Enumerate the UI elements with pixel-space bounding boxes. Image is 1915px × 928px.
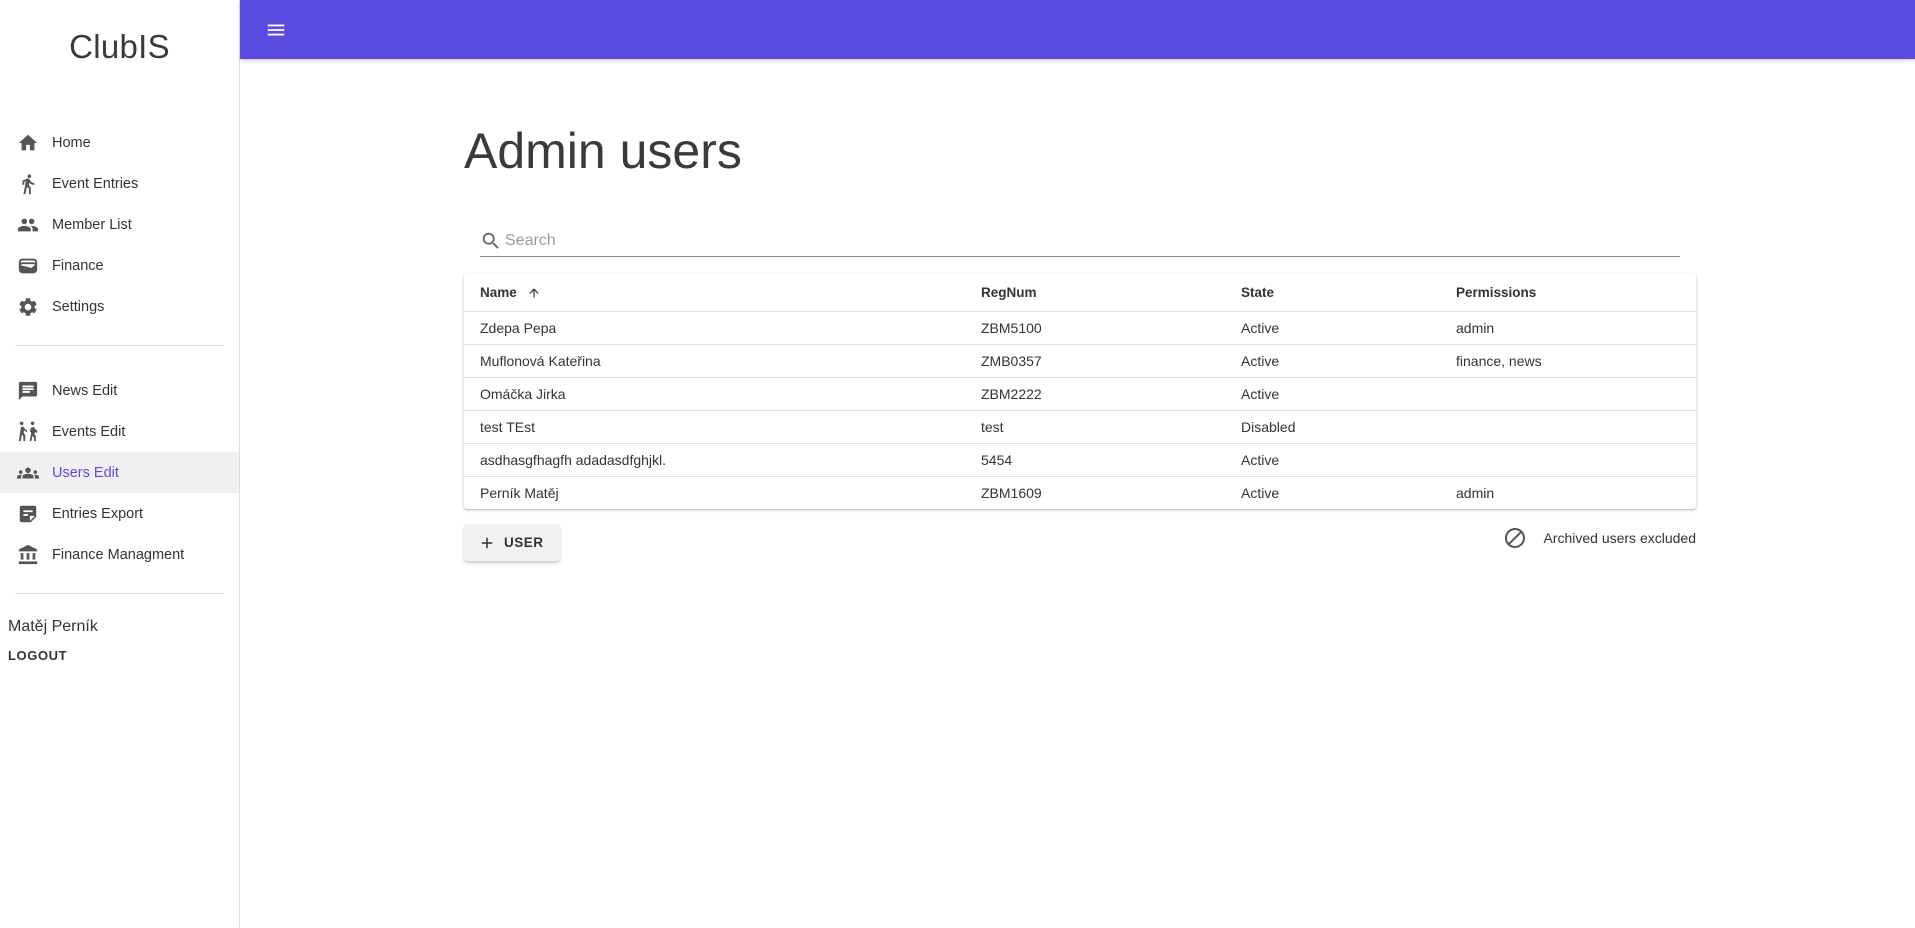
cell-state: Active [1241, 484, 1280, 501]
cell-permissions [1440, 410, 1696, 444]
sidebar-item-label: Home [52, 134, 91, 151]
cell-state: Active [1225, 311, 1440, 345]
wallet-icon [16, 254, 40, 278]
sidebar-item-label: Settings [52, 298, 105, 315]
arrow-up-icon [527, 286, 541, 300]
cell-state: Disabled [1225, 410, 1440, 444]
sidebar-item-users-edit[interactable]: Users Edit [0, 452, 239, 493]
cell-name: Muflonová Kateřina [464, 344, 965, 378]
add-user-button[interactable]: USER [464, 524, 560, 561]
cell-permissions: admin [1440, 311, 1696, 345]
message-icon [16, 379, 40, 403]
people-icon [16, 213, 40, 237]
cell-name: Perník Matěj [480, 484, 559, 501]
users-table-card: Name RegNum State Permissions Zdepa Pepa… [464, 274, 1696, 509]
sidebar-item-events-edit[interactable]: Events Edit [0, 411, 239, 452]
cell-name: asdhasgfhagfh adadasdfghjkl. [464, 443, 965, 477]
table-row[interactable]: Zdepa Pepa ZBM5100 Active admin [464, 311, 1696, 345]
sidebar-item-label: Finance [52, 257, 104, 274]
table-row[interactable]: Omáčka Jirka ZBM2222 Active [464, 377, 1696, 411]
table-row[interactable]: Muflonová Kateřina ZMB0357 Active financ… [464, 344, 1696, 378]
users-table: Name RegNum State Permissions Zdepa Pepa… [464, 274, 1696, 509]
cell-regnum: 5454 [965, 443, 1225, 477]
column-header-name[interactable]: Name [464, 274, 965, 312]
sidebar-item-member-list[interactable]: Member List [0, 204, 239, 245]
column-header-state[interactable]: State [1225, 274, 1440, 312]
home-icon [16, 131, 40, 155]
table-actions: USER Archived users excluded [464, 524, 1696, 561]
current-user-name: Matěj Perník [8, 618, 98, 635]
cell-permissions [1440, 443, 1696, 477]
sidebar-item-event-entries[interactable]: Event Entries [0, 163, 239, 204]
cell-regnum: test [965, 410, 1225, 444]
archived-filter: Archived users excluded [1503, 526, 1696, 550]
search-bar [480, 225, 1680, 257]
sidebar-item-label: Events Edit [52, 423, 126, 440]
cell-state: Active [1225, 344, 1440, 378]
sidebar-item-label: News Edit [52, 382, 118, 399]
cell-regnum: ZMB0357 [965, 344, 1225, 378]
cell-regnum: ZBM1609 [981, 484, 1042, 501]
cell-name: test TEst [464, 410, 965, 444]
page-title: Admin users [464, 123, 742, 179]
column-header-label: Name [480, 284, 517, 300]
menu-button[interactable] [260, 14, 292, 46]
gear-icon [16, 295, 40, 319]
sidebar-item-news-edit[interactable]: News Edit [0, 370, 239, 411]
sidebar-item-label: Finance Managment [52, 546, 185, 563]
sidebar-item-label: Users Edit [52, 464, 119, 481]
cell-regnum: ZBM2222 [965, 377, 1225, 411]
table-row[interactable]: Perník Matěj ZBM1609 Active admin [464, 476, 1696, 509]
note-icon [16, 502, 40, 526]
cell-permissions: finance, news [1440, 344, 1696, 378]
search-input[interactable] [505, 231, 1680, 250]
archived-label: Archived users excluded [1543, 529, 1696, 546]
sidebar-item-home[interactable]: Home [0, 122, 239, 163]
sidebar: ClubIS Home Event Entries Member List Fi… [0, 0, 240, 928]
main-content: Admin users Name RegNum State Permission… [464, 59, 1696, 561]
top-app-bar [240, 0, 1915, 59]
add-user-label: USER [504, 535, 544, 550]
sidebar-item-finance-managment[interactable]: Finance Managment [0, 534, 239, 575]
column-header-permissions[interactable]: Permissions [1440, 274, 1696, 312]
cell-permissions: admin [1456, 484, 1495, 501]
sidebar-divider [15, 345, 224, 346]
cell-name: Omáčka Jirka [464, 377, 965, 411]
sidebar-divider [15, 593, 224, 594]
sidebar-item-settings[interactable]: Settings [0, 286, 239, 327]
cell-state: Active [1225, 443, 1440, 477]
cell-state: Active [1225, 377, 1440, 411]
archived-toggle[interactable] [1503, 526, 1527, 550]
cell-name: Zdepa Pepa [464, 311, 965, 345]
plus-icon [481, 537, 493, 548]
table-row[interactable]: test TEst test Disabled [464, 410, 1696, 444]
menu-icon [267, 24, 285, 35]
primary-nav: Home Event Entries Member List Finance S… [0, 122, 239, 327]
sidebar-item-entries-export[interactable]: Entries Export [0, 493, 239, 534]
run-icon [16, 172, 40, 196]
block-icon [1505, 527, 1526, 548]
logout-button[interactable]: LOGOUT [0, 648, 67, 663]
sidebar-item-label: Member List [52, 216, 132, 233]
sidebar-item-label: Entries Export [52, 505, 144, 522]
group-icon [16, 461, 40, 485]
cell-regnum: ZBM5100 [965, 311, 1225, 345]
admin-nav: News Edit Events Edit Users Edit Entries… [0, 370, 239, 575]
column-header-regnum[interactable]: RegNum [965, 274, 1225, 312]
app-brand: ClubIS [69, 28, 170, 65]
table-header-row: Name RegNum State Permissions [464, 274, 1696, 312]
sidebar-item-label: Event Entries [52, 175, 139, 192]
handoff-icon [16, 420, 40, 444]
sidebar-item-finance[interactable]: Finance [0, 245, 239, 286]
cell-permissions [1440, 377, 1696, 411]
search-icon [482, 232, 499, 249]
bank-icon [16, 543, 40, 567]
table-row[interactable]: asdhasgfhagfh adadasdfghjkl. 5454 Active [464, 443, 1696, 477]
